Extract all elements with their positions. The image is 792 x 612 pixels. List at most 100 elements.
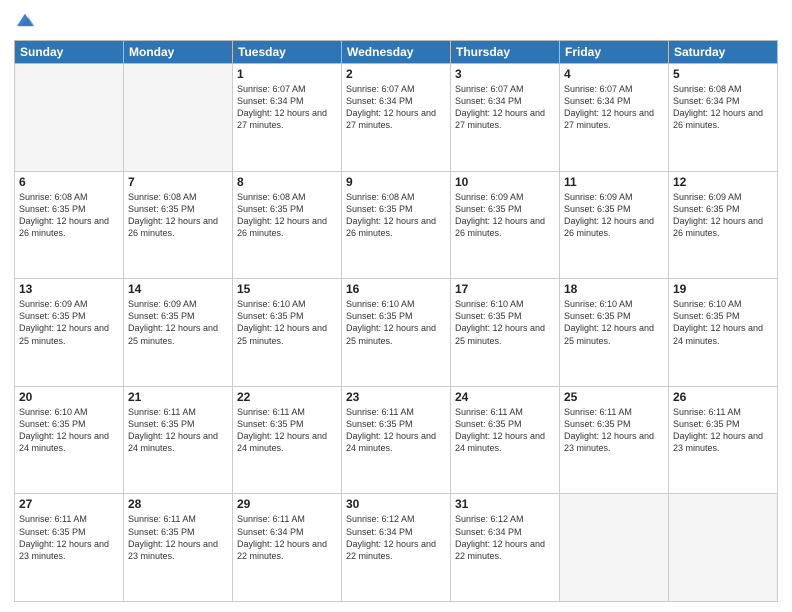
calendar-week-2: 6Sunrise: 6:08 AM Sunset: 6:35 PM Daylig… (15, 171, 778, 279)
day-info: Sunrise: 6:11 AM Sunset: 6:35 PM Dayligh… (673, 406, 773, 455)
day-info: Sunrise: 6:09 AM Sunset: 6:35 PM Dayligh… (455, 191, 555, 240)
calendar-cell (669, 494, 778, 602)
calendar-week-5: 27 Sunrise: 6:11 AM Sunset: 6:35 PM Dayli… (15, 494, 778, 602)
day-number: 16 (346, 282, 446, 296)
day-info: Sunrise: 6:07 AM Sunset: 6:34 PM Dayligh… (237, 83, 337, 132)
calendar-header-row: SundayMondayTuesdayWednesdayThursdayFrid… (15, 41, 778, 64)
day-info: Sunrise: 6:09 AM Sunset: 6:35 PM Dayligh… (128, 298, 228, 347)
day-number: 18 (564, 282, 664, 296)
day-number: 20 (19, 390, 119, 404)
calendar-cell (15, 64, 124, 172)
calendar-cell: 5 Sunrise: 6:08 AM Sunset: 6:34 PM Daylig… (669, 64, 778, 172)
weekday-header-wednesday: Wednesday (342, 41, 451, 64)
day-number: 11 (564, 175, 664, 189)
calendar-cell: 20 Sunrise: 6:10 AM Sunset: 6:35 PM Dayli… (15, 386, 124, 494)
day-info: Sunrise: 6:09 AM Sunset: 6:35 PM Dayligh… (564, 191, 664, 240)
calendar-cell: 28Sunrise: 6:11 AM Sunset: 6:35 PM Dayli… (124, 494, 233, 602)
day-info: Sunrise: 6:11 AM Sunset: 6:34 PM Dayligh… (237, 513, 337, 562)
calendar-cell: 24Sunrise: 6:11 AM Sunset: 6:35 PM Dayli… (451, 386, 560, 494)
day-number: 21 (128, 390, 228, 404)
day-number: 13 (19, 282, 119, 296)
day-info: Sunrise: 6:08 AM Sunset: 6:35 PM Dayligh… (19, 191, 119, 240)
day-info: Sunrise: 6:11 AM Sunset: 6:35 PM Dayligh… (237, 406, 337, 455)
weekday-header-friday: Friday (560, 41, 669, 64)
day-info: Sunrise: 6:08 AM Sunset: 6:35 PM Dayligh… (128, 191, 228, 240)
day-number: 24 (455, 390, 555, 404)
calendar-cell: 21 Sunrise: 6:11 AM Sunset: 6:35 PM Dayli… (124, 386, 233, 494)
day-number: 10 (455, 175, 555, 189)
day-number: 26 (673, 390, 773, 404)
calendar-cell: 8Sunrise: 6:08 AM Sunset: 6:35 PM Daylig… (233, 171, 342, 279)
day-number: 1 (237, 67, 337, 81)
day-info: Sunrise: 6:11 AM Sunset: 6:35 PM Dayligh… (128, 513, 228, 562)
day-info: Sunrise: 6:11 AM Sunset: 6:35 PM Dayligh… (128, 406, 228, 455)
logo-icon (14, 10, 36, 32)
day-number: 27 (19, 497, 119, 511)
calendar-cell: 31Sunrise: 6:12 AM Sunset: 6:34 PM Dayli… (451, 494, 560, 602)
day-info: Sunrise: 6:12 AM Sunset: 6:34 PM Dayligh… (346, 513, 446, 562)
day-number: 19 (673, 282, 773, 296)
calendar-cell: 10 Sunrise: 6:09 AM Sunset: 6:35 PM Dayli… (451, 171, 560, 279)
day-number: 9 (346, 175, 446, 189)
calendar-cell: 22Sunrise: 6:11 AM Sunset: 6:35 PM Dayli… (233, 386, 342, 494)
logo (14, 10, 38, 32)
day-info: Sunrise: 6:10 AM Sunset: 6:35 PM Dayligh… (455, 298, 555, 347)
calendar-week-3: 13 Sunrise: 6:09 AM Sunset: 6:35 PM Dayli… (15, 279, 778, 387)
weekday-header-tuesday: Tuesday (233, 41, 342, 64)
day-info: Sunrise: 6:10 AM Sunset: 6:35 PM Dayligh… (237, 298, 337, 347)
day-info: Sunrise: 6:11 AM Sunset: 6:35 PM Dayligh… (19, 513, 119, 562)
day-info: Sunrise: 6:10 AM Sunset: 6:35 PM Dayligh… (673, 298, 773, 347)
day-info: Sunrise: 6:07 AM Sunset: 6:34 PM Dayligh… (455, 83, 555, 132)
day-number: 31 (455, 497, 555, 511)
calendar-cell: 1 Sunrise: 6:07 AM Sunset: 6:34 PM Daylig… (233, 64, 342, 172)
calendar-cell: 23Sunrise: 6:11 AM Sunset: 6:35 PM Dayli… (342, 386, 451, 494)
day-info: Sunrise: 6:09 AM Sunset: 6:35 PM Dayligh… (19, 298, 119, 347)
weekday-header-sunday: Sunday (15, 41, 124, 64)
day-info: Sunrise: 6:10 AM Sunset: 6:35 PM Dayligh… (346, 298, 446, 347)
calendar-cell: 4 Sunrise: 6:07 AM Sunset: 6:34 PM Daylig… (560, 64, 669, 172)
calendar-cell: 12Sunrise: 6:09 AM Sunset: 6:35 PM Dayli… (669, 171, 778, 279)
day-number: 4 (564, 67, 664, 81)
calendar-cell: 16 Sunrise: 6:10 AM Sunset: 6:35 PM Dayli… (342, 279, 451, 387)
calendar-cell (560, 494, 669, 602)
calendar-cell: 18 Sunrise: 6:10 AM Sunset: 6:35 PM Dayli… (560, 279, 669, 387)
calendar-cell: 19 Sunrise: 6:10 AM Sunset: 6:35 PM Dayli… (669, 279, 778, 387)
calendar-cell: 2 Sunrise: 6:07 AM Sunset: 6:34 PM Daylig… (342, 64, 451, 172)
calendar-cell: 27 Sunrise: 6:11 AM Sunset: 6:35 PM Dayli… (15, 494, 124, 602)
day-info: Sunrise: 6:07 AM Sunset: 6:34 PM Dayligh… (346, 83, 446, 132)
day-number: 2 (346, 67, 446, 81)
day-number: 29 (237, 497, 337, 511)
day-number: 23 (346, 390, 446, 404)
calendar-cell: 11 Sunrise: 6:09 AM Sunset: 6:35 PM Dayli… (560, 171, 669, 279)
calendar-cell: 7Sunrise: 6:08 AM Sunset: 6:35 PM Daylig… (124, 171, 233, 279)
weekday-header-thursday: Thursday (451, 41, 560, 64)
calendar-week-1: 1 Sunrise: 6:07 AM Sunset: 6:34 PM Daylig… (15, 64, 778, 172)
day-number: 8 (237, 175, 337, 189)
day-info: Sunrise: 6:07 AM Sunset: 6:34 PM Dayligh… (564, 83, 664, 132)
weekday-header-saturday: Saturday (669, 41, 778, 64)
day-number: 5 (673, 67, 773, 81)
day-info: Sunrise: 6:10 AM Sunset: 6:35 PM Dayligh… (564, 298, 664, 347)
day-number: 17 (455, 282, 555, 296)
day-number: 3 (455, 67, 555, 81)
page: SundayMondayTuesdayWednesdayThursdayFrid… (0, 0, 792, 612)
calendar-week-4: 20 Sunrise: 6:10 AM Sunset: 6:35 PM Dayli… (15, 386, 778, 494)
calendar-cell: 9 Sunrise: 6:08 AM Sunset: 6:35 PM Daylig… (342, 171, 451, 279)
day-info: Sunrise: 6:10 AM Sunset: 6:35 PM Dayligh… (19, 406, 119, 455)
weekday-header-monday: Monday (124, 41, 233, 64)
day-info: Sunrise: 6:09 AM Sunset: 6:35 PM Dayligh… (673, 191, 773, 240)
calendar-cell: 25Sunrise: 6:11 AM Sunset: 6:35 PM Dayli… (560, 386, 669, 494)
calendar-cell: 17 Sunrise: 6:10 AM Sunset: 6:35 PM Dayli… (451, 279, 560, 387)
day-number: 25 (564, 390, 664, 404)
calendar-cell: 3 Sunrise: 6:07 AM Sunset: 6:34 PM Daylig… (451, 64, 560, 172)
calendar-cell: 30Sunrise: 6:12 AM Sunset: 6:34 PM Dayli… (342, 494, 451, 602)
calendar-cell: 26 Sunrise: 6:11 AM Sunset: 6:35 PM Dayli… (669, 386, 778, 494)
day-info: Sunrise: 6:08 AM Sunset: 6:35 PM Dayligh… (346, 191, 446, 240)
calendar-table: SundayMondayTuesdayWednesdayThursdayFrid… (14, 40, 778, 602)
calendar-cell: 6Sunrise: 6:08 AM Sunset: 6:35 PM Daylig… (15, 171, 124, 279)
day-number: 14 (128, 282, 228, 296)
day-info: Sunrise: 6:08 AM Sunset: 6:34 PM Dayligh… (673, 83, 773, 132)
calendar-cell: 13 Sunrise: 6:09 AM Sunset: 6:35 PM Dayli… (15, 279, 124, 387)
calendar-cell (124, 64, 233, 172)
calendar-cell: 14 Sunrise: 6:09 AM Sunset: 6:35 PM Dayli… (124, 279, 233, 387)
